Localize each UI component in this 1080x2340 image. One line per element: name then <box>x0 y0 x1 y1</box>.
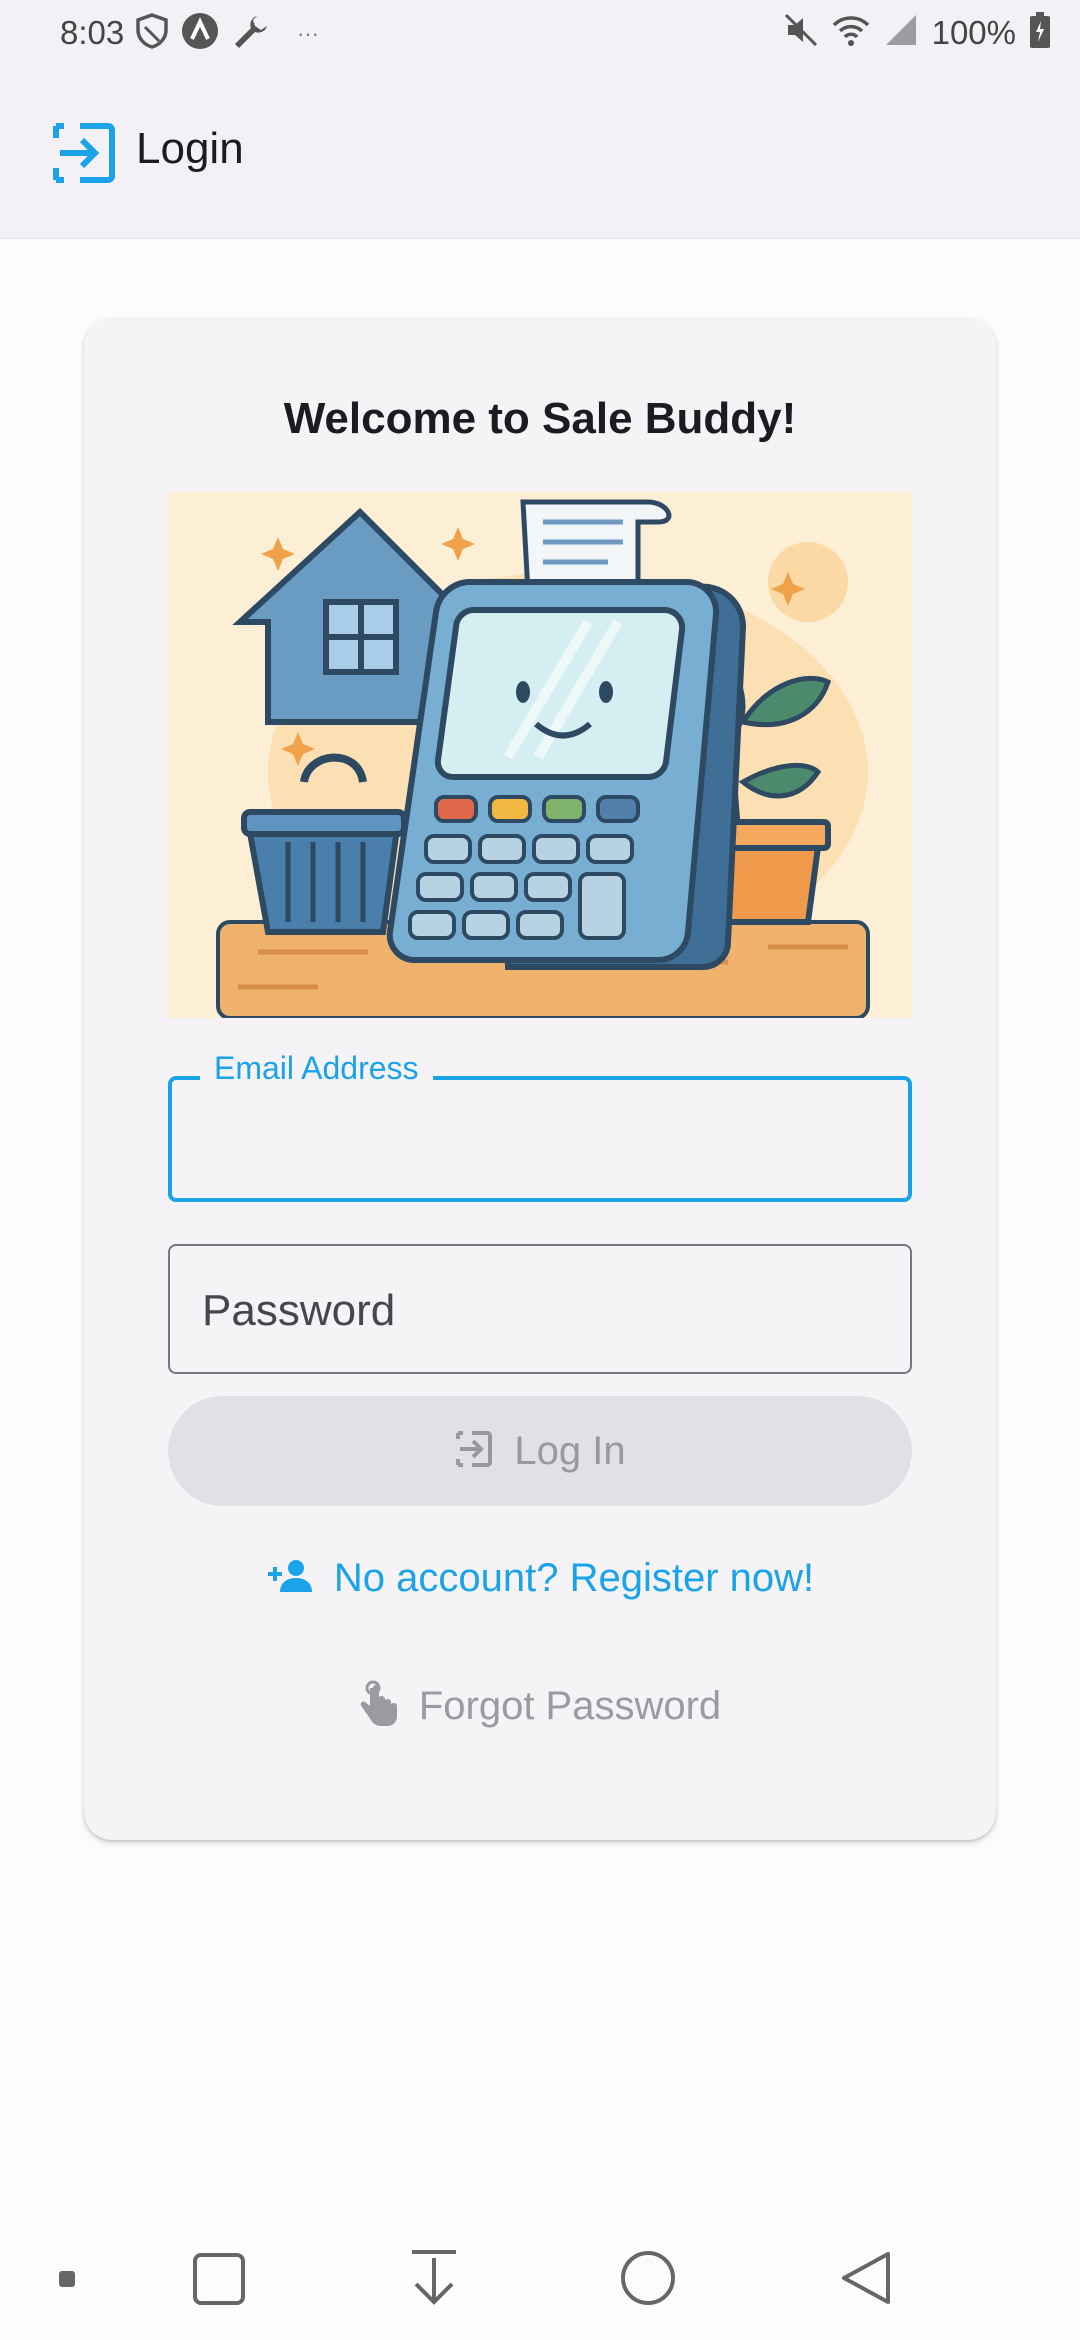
navigation-bar <box>0 2220 1080 2340</box>
shield-icon <box>135 13 169 54</box>
login-button-label: Log In <box>514 1428 626 1473</box>
email-input[interactable] <box>202 1110 878 1172</box>
login-icon <box>454 1429 494 1474</box>
register-link-label: No account? Register now! <box>333 1556 815 1600</box>
login-button[interactable]: Log In <box>168 1396 912 1506</box>
back-button[interactable] <box>838 2250 892 2311</box>
email-field[interactable]: Email Address <box>168 1050 912 1202</box>
battery-icon <box>1030 12 1050 53</box>
vpn-icon <box>181 12 219 55</box>
welcome-heading: Welcome to Sale Buddy! <box>283 394 797 443</box>
login-icon <box>50 120 116 191</box>
password-field[interactable] <box>168 1244 912 1374</box>
forgot-password-label: Forgot Password <box>418 1684 722 1728</box>
home-button[interactable] <box>620 2250 676 2311</box>
cash-register-illustration <box>168 492 912 1020</box>
login-card: Welcome to Sale Buddy! Email Address Log… <box>84 318 996 1840</box>
forgot-password-link[interactable]: Forgot Password <box>84 1680 996 1733</box>
touch-icon <box>359 1680 399 1733</box>
page-title: Login <box>136 124 244 173</box>
password-input[interactable] <box>200 1280 880 1342</box>
mute-icon <box>784 13 818 52</box>
recents-button[interactable] <box>192 2252 246 2311</box>
signal-icon <box>884 13 918 52</box>
email-label: Email Address <box>200 1050 433 1087</box>
add-user-icon <box>266 1558 314 1599</box>
status-time: 8:03 <box>60 14 125 51</box>
battery-percent: 100% <box>931 13 1016 51</box>
wifi-icon <box>832 13 870 52</box>
register-link[interactable]: No account? Register now! <box>84 1556 996 1601</box>
overflow-text: ··· <box>297 20 319 46</box>
status-bar: 8:03 ··· 100% <box>0 0 1080 66</box>
download-icon[interactable] <box>408 2248 460 2313</box>
wrench-icon <box>231 12 269 55</box>
dot-icon[interactable] <box>58 2270 76 2293</box>
app-bar: Login <box>0 66 1080 239</box>
